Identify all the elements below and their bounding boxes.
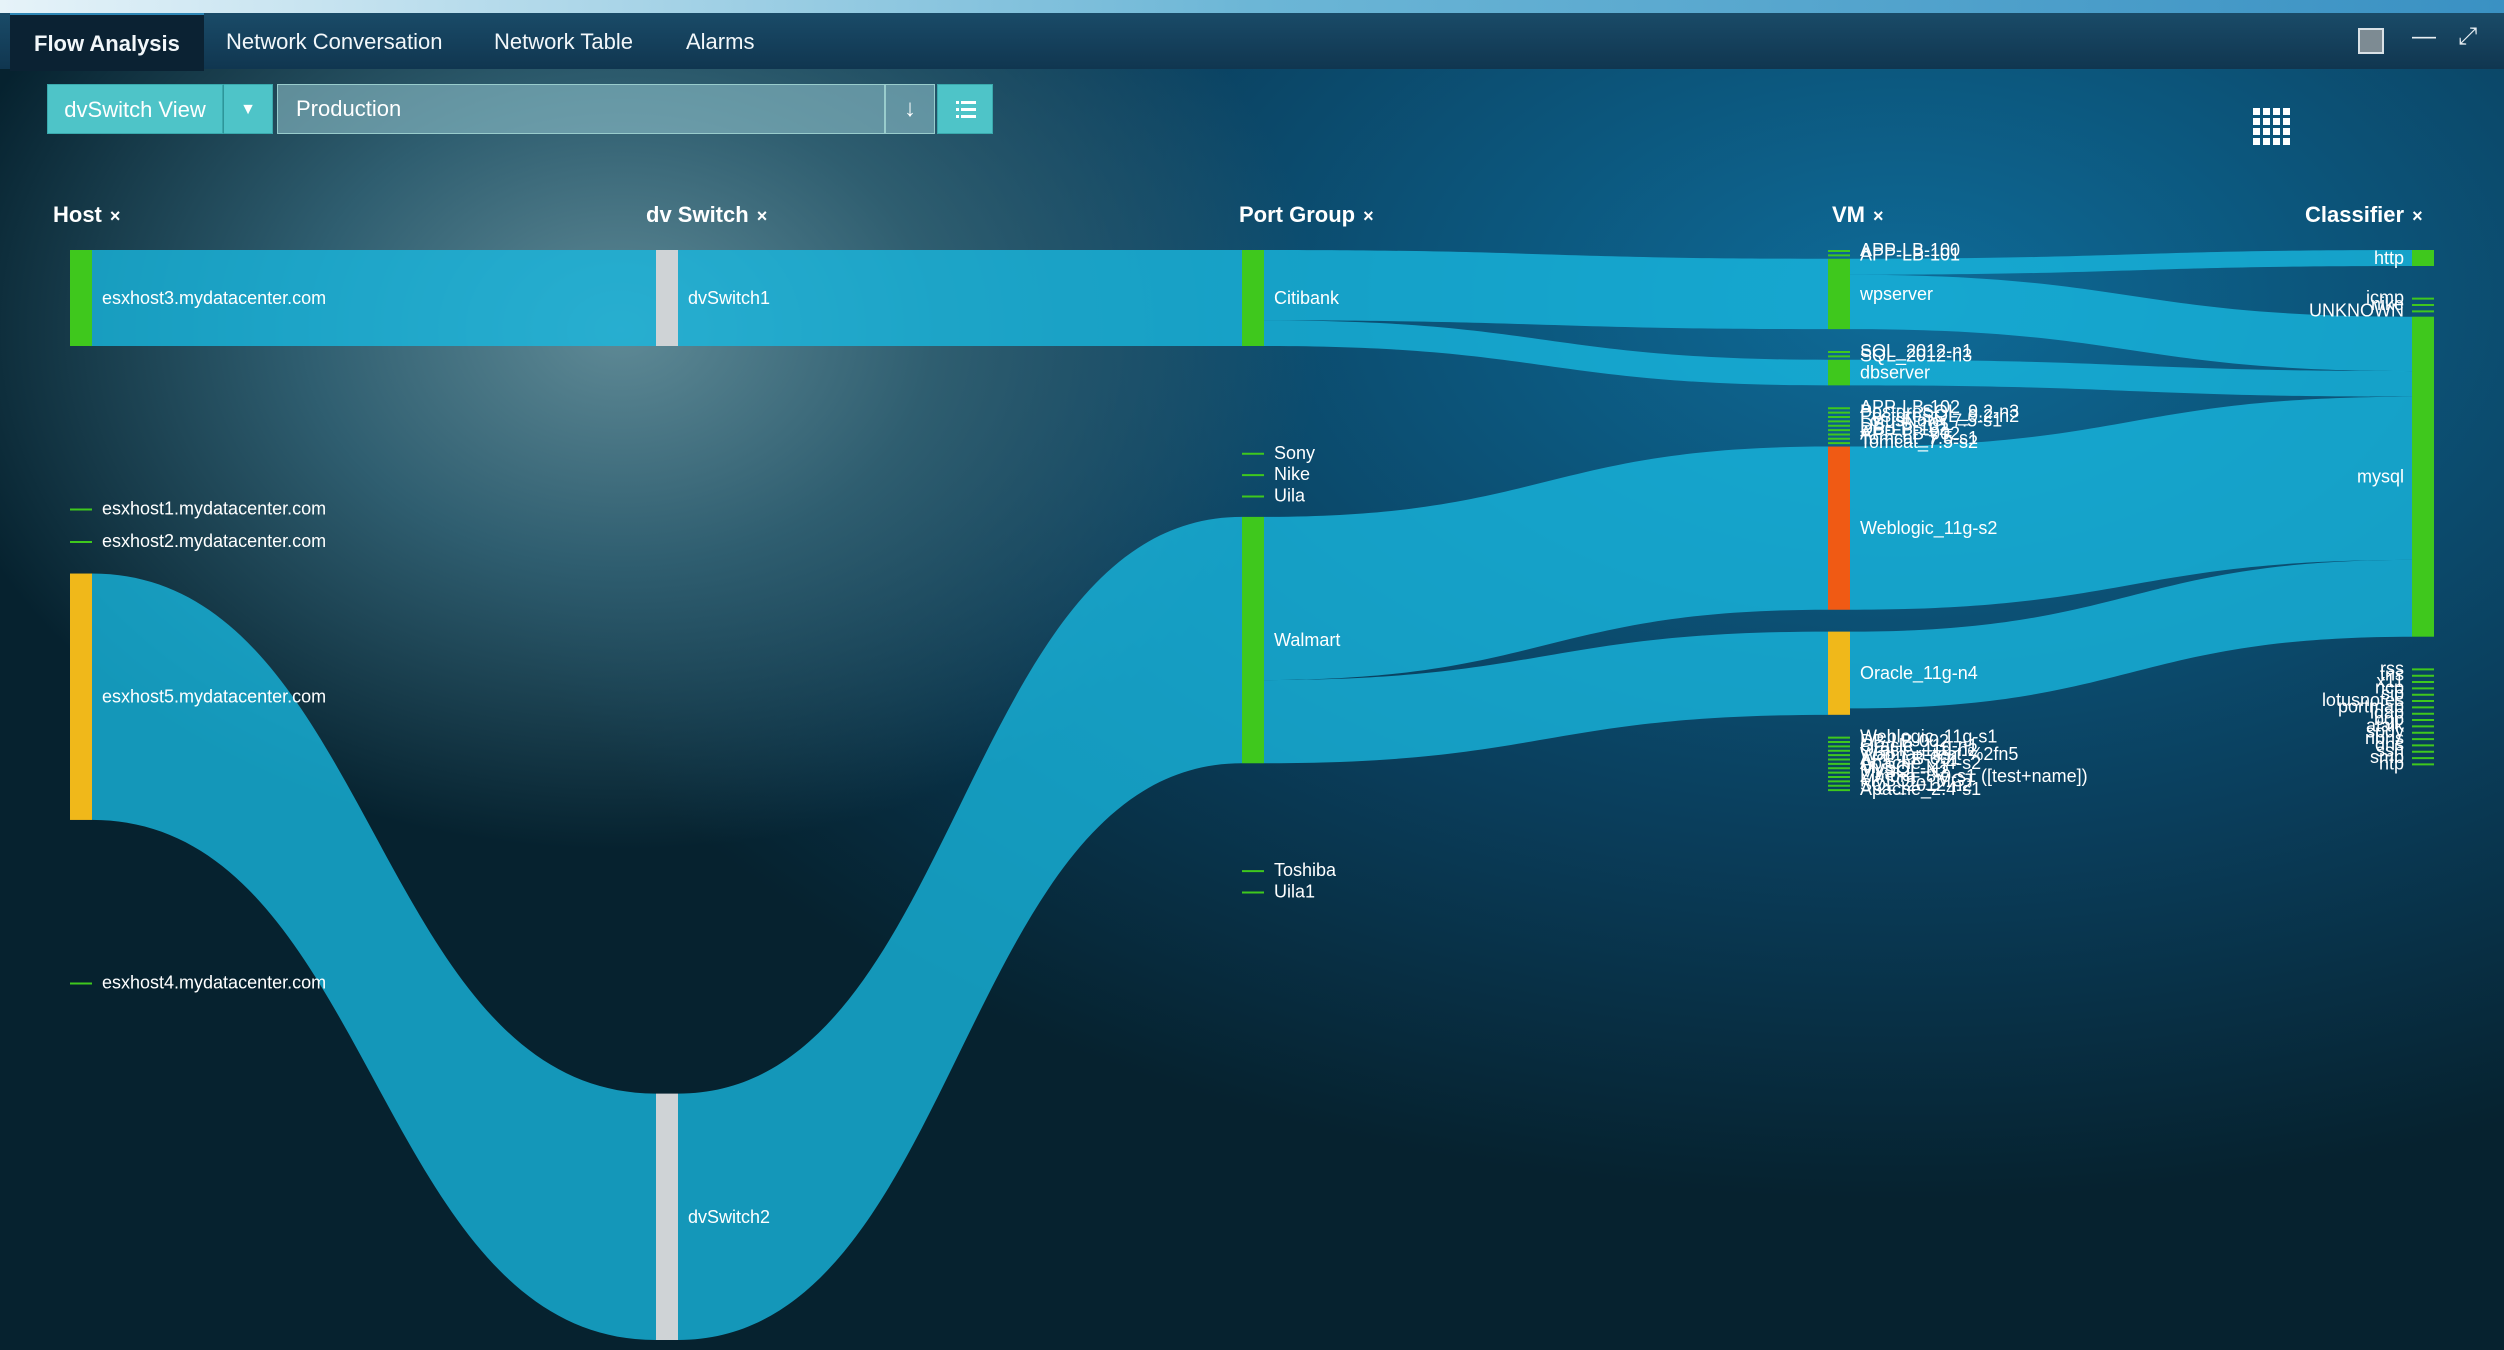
node-portgroup-uila1[interactable]: Uila1 [1242,881,1315,901]
node-label: mysql [2357,467,2404,487]
node-bar[interactable] [1828,446,1850,610]
node-bar[interactable] [656,1093,678,1340]
node-label: esxhost2.mydatacenter.com [102,531,326,551]
node-label: Toshiba [1274,860,1337,880]
node-label: Apache_2.4-s1 [1860,779,1981,800]
node-bar[interactable] [1828,258,1850,330]
flow-citibank-to-dbserver[interactable] [1264,320,1828,386]
node-portgroup-sony[interactable]: Sony [1242,443,1315,463]
node-bar[interactable] [656,250,678,346]
node-bar[interactable] [2412,250,2434,266]
flow-analysis-app: Flow Analysis Network Conversation Netwo… [0,0,2504,1350]
node-portgroup-uila[interactable]: Uila [1242,486,1306,506]
node-bar[interactable] [1242,250,1264,346]
node-label: Citibank [1274,288,1340,308]
node-label: Uila1 [1274,881,1315,901]
node-label: esxhost1.mydatacenter.com [102,499,326,519]
sankey-diagram: esxhost3.mydatacenter.com esxhost1.mydata… [70,240,2434,1340]
node-label: dvSwitch1 [688,288,770,308]
node-portgroup-toshiba[interactable]: Toshiba [1242,860,1337,880]
nodes: esxhost3.mydatacenter.com esxhost1.mydata… [70,240,2434,1340]
node-bar[interactable] [1828,359,1850,386]
node-label: Tomcat_7.5-s2 [1860,432,1978,453]
node-bar[interactable] [1242,516,1264,764]
node-label: esxhost4.mydatacenter.com [102,972,326,992]
node-portgroup-nike[interactable]: Nike [1242,464,1310,484]
node-bar[interactable] [70,250,92,346]
node-label: esxhost5.mydatacenter.com [102,687,326,707]
flow-links [92,250,2412,1340]
node-label: ntp [2379,753,2404,773]
node-label: wpserver [1859,284,1933,304]
node-host-esxhost2-mydatacenter-com[interactable]: esxhost2.mydatacenter.com [70,531,326,551]
node-label: Walmart [1274,630,1340,650]
node-bar[interactable] [2412,316,2434,637]
node-host-esxhost1-mydatacenter-com[interactable]: esxhost1.mydatacenter.com [70,499,326,519]
node-bar[interactable] [70,573,92,820]
node-classifier-http[interactable]: http [2374,248,2434,268]
node-vm-dbserver[interactable]: dbserver [1828,359,1930,386]
node-label: esxhost3.mydatacenter.com [102,288,326,308]
node-classifier-ntp[interactable]: ntp [2379,753,2434,773]
node-host-esxhost4-mydatacenter-com[interactable]: esxhost4.mydatacenter.com [70,972,326,992]
node-label: Oracle_11g-n4 [1860,663,1978,684]
node-label: Sony [1274,443,1315,463]
node-bar[interactable] [1828,631,1850,715]
node-label: Weblogic_11g-s2 [1860,518,1997,539]
node-label: Nike [1274,464,1310,484]
node-label: UNKNOWN [2309,300,2404,320]
flow-citibank-to-wpserver[interactable] [1264,250,1828,330]
node-label: Uila [1274,486,1306,506]
node-label: http [2374,248,2404,268]
node-label: dbserver [1860,363,1930,383]
node-vm-apache-2-4-s1[interactable]: Apache_2.4-s1 [1828,779,1981,800]
node-label: dvSwitch2 [688,1207,770,1227]
node-label: APP-LB-101 [1860,244,1960,264]
